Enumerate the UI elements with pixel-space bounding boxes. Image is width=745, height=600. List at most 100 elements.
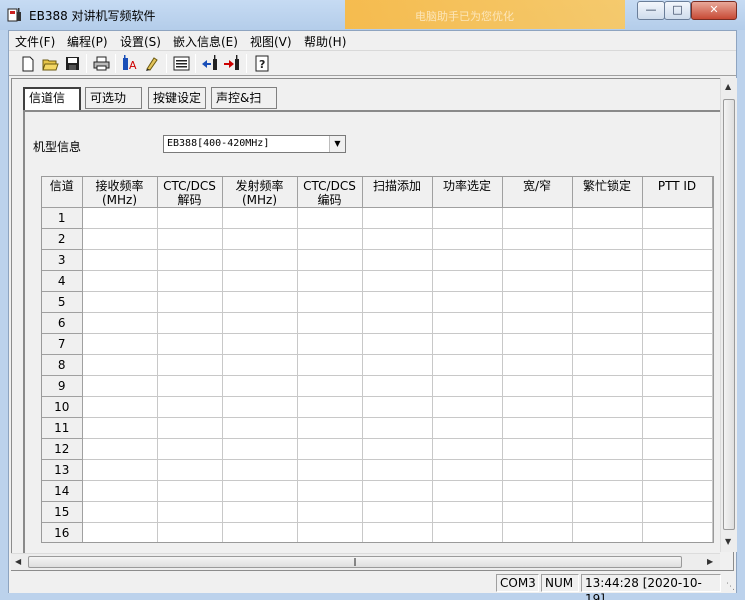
grid-cell[interactable]	[642, 522, 713, 542]
grid-cell[interactable]	[297, 375, 363, 397]
grid-cell[interactable]	[362, 333, 433, 355]
grid-cell[interactable]	[572, 480, 643, 502]
grid-cell[interactable]	[82, 228, 158, 250]
grid-cell[interactable]	[362, 270, 433, 292]
grid-cell[interactable]	[157, 333, 223, 355]
grid-cell[interactable]	[157, 207, 223, 229]
new-file-icon[interactable]	[18, 54, 38, 73]
grid-cell[interactable]	[572, 333, 643, 355]
grid-cell[interactable]	[572, 438, 643, 460]
grid-cell[interactable]	[432, 228, 503, 250]
grid-cell[interactable]	[362, 354, 433, 376]
grid-cell[interactable]	[297, 396, 363, 418]
grid-cell[interactable]	[222, 270, 298, 292]
grid-cell[interactable]	[572, 312, 643, 334]
menu-program[interactable]: 编程(P)	[67, 33, 108, 50]
grid-cell[interactable]	[642, 480, 713, 502]
grid-cell[interactable]	[432, 354, 503, 376]
resize-grip-icon[interactable]: ⋱	[726, 582, 735, 592]
grid-cell[interactable]	[362, 417, 433, 439]
grid-cell[interactable]	[82, 480, 158, 502]
read-radio-icon[interactable]: A	[120, 54, 140, 73]
grid-cell[interactable]	[502, 228, 573, 250]
grid-cell[interactable]	[642, 333, 713, 355]
grid-cell[interactable]	[157, 249, 223, 271]
grid-cell[interactable]	[362, 438, 433, 460]
grid-cell[interactable]	[297, 501, 363, 523]
grid-cell[interactable]	[572, 396, 643, 418]
grid-cell[interactable]	[572, 459, 643, 481]
grid-cell[interactable]	[502, 480, 573, 502]
grid-cell[interactable]	[432, 396, 503, 418]
grid-cell[interactable]	[502, 459, 573, 481]
tab-optional[interactable]: 可选功能	[85, 87, 142, 125]
menu-settings[interactable]: 设置(S)	[120, 33, 161, 50]
grid-cell[interactable]	[222, 291, 298, 313]
grid-cell[interactable]	[572, 270, 643, 292]
grid-cell[interactable]	[432, 333, 503, 355]
grid-cell[interactable]	[572, 291, 643, 313]
grid-cell[interactable]	[222, 249, 298, 271]
grid-cell[interactable]	[82, 375, 158, 397]
grid-cell[interactable]	[432, 501, 503, 523]
grid-cell[interactable]	[222, 459, 298, 481]
grid-cell[interactable]	[222, 354, 298, 376]
grid-cell[interactable]	[297, 417, 363, 439]
help-icon[interactable]: ?	[252, 54, 272, 73]
grid-cell[interactable]	[642, 375, 713, 397]
vertical-scrollbar[interactable]: ▲ ▼	[720, 78, 737, 552]
grid-cell[interactable]	[502, 312, 573, 334]
grid-cell[interactable]	[297, 522, 363, 542]
grid-cell[interactable]	[642, 438, 713, 460]
grid-cell[interactable]	[82, 459, 158, 481]
grid-cell[interactable]	[362, 249, 433, 271]
grid-cell[interactable]	[157, 312, 223, 334]
grid-cell[interactable]	[82, 438, 158, 460]
save-icon[interactable]	[62, 54, 82, 73]
grid-cell[interactable]	[362, 291, 433, 313]
grid-cell[interactable]	[157, 459, 223, 481]
grid-cell[interactable]	[502, 354, 573, 376]
grid-cell[interactable]	[82, 396, 158, 418]
grid-cell[interactable]	[502, 291, 573, 313]
grid-cell[interactable]	[572, 228, 643, 250]
grid-cell[interactable]	[642, 396, 713, 418]
grid-cell[interactable]	[157, 480, 223, 502]
scroll-right-icon[interactable]: ▶	[707, 557, 713, 566]
grid-cell[interactable]	[222, 522, 298, 542]
grid-cell[interactable]	[222, 480, 298, 502]
grid-cell[interactable]	[502, 501, 573, 523]
scroll-left-icon[interactable]: ◀	[15, 557, 21, 566]
upload-icon[interactable]	[200, 54, 220, 73]
grid-cell[interactable]	[572, 207, 643, 229]
grid-cell[interactable]	[642, 459, 713, 481]
grid-cell[interactable]	[432, 270, 503, 292]
grid-cell[interactable]	[297, 354, 363, 376]
grid-cell[interactable]	[157, 291, 223, 313]
grid-cell[interactable]	[297, 249, 363, 271]
grid-cell[interactable]	[222, 501, 298, 523]
grid-cell[interactable]	[222, 333, 298, 355]
write-radio-icon[interactable]	[142, 54, 162, 73]
grid-cell[interactable]	[502, 417, 573, 439]
grid-cell[interactable]	[82, 522, 158, 542]
open-folder-icon[interactable]	[40, 54, 60, 73]
menu-view[interactable]: 视图(V)	[250, 33, 292, 50]
grid-cell[interactable]	[642, 291, 713, 313]
grid-cell[interactable]	[222, 207, 298, 229]
grid-cell[interactable]	[362, 480, 433, 502]
grid-cell[interactable]	[82, 291, 158, 313]
grid-cell[interactable]	[362, 396, 433, 418]
grid-cell[interactable]	[82, 333, 158, 355]
grid-cell[interactable]	[572, 522, 643, 542]
grid-cell[interactable]	[222, 438, 298, 460]
grid-cell[interactable]	[502, 333, 573, 355]
grid-cell[interactable]	[82, 501, 158, 523]
tab-channel-info[interactable]: 信道信息	[23, 87, 81, 124]
grid-cell[interactable]	[572, 417, 643, 439]
grid-cell[interactable]	[362, 459, 433, 481]
grid-cell[interactable]	[642, 501, 713, 523]
close-button[interactable]: ✕	[691, 1, 737, 20]
scroll-up-icon[interactable]: ▲	[725, 82, 731, 91]
horizontal-scrollbar[interactable]: ◀ ‖ ▶	[11, 553, 720, 570]
